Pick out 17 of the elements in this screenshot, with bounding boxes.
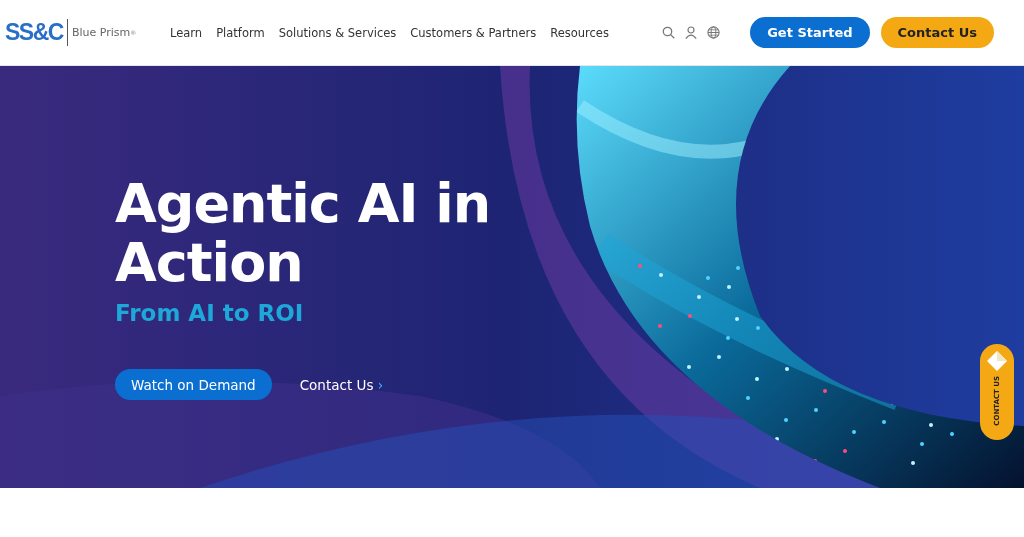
get-started-button[interactable]: Get Started: [750, 17, 870, 48]
hero-title: Agentic AI in Action: [115, 174, 492, 292]
nav-link[interactable]: Solutions & Services: [278, 25, 397, 40]
logo-mark[interactable]: SS&C: [5, 19, 68, 46]
hero-subtitle: From AI to ROI: [115, 300, 305, 326]
globe-icon[interactable]: [707, 26, 721, 39]
diamond-icon: [986, 350, 1008, 372]
user-icon[interactable]: [685, 26, 698, 39]
watch-button[interactable]: Watch on Demand: [115, 369, 272, 400]
nav-link[interactable]: Platform: [216, 25, 265, 40]
nav-link[interactable]: Customers & Partners: [410, 25, 537, 40]
logo-text: Blue Prism: [71, 26, 131, 39]
search-icon[interactable]: [662, 26, 676, 39]
nav-link[interactable]: Learn: [170, 25, 203, 40]
nav-link[interactable]: Resources: [550, 25, 609, 40]
contact-button[interactable]: Contact Us: [880, 17, 994, 48]
contact-link[interactable]: Contact Us ›: [299, 376, 384, 393]
